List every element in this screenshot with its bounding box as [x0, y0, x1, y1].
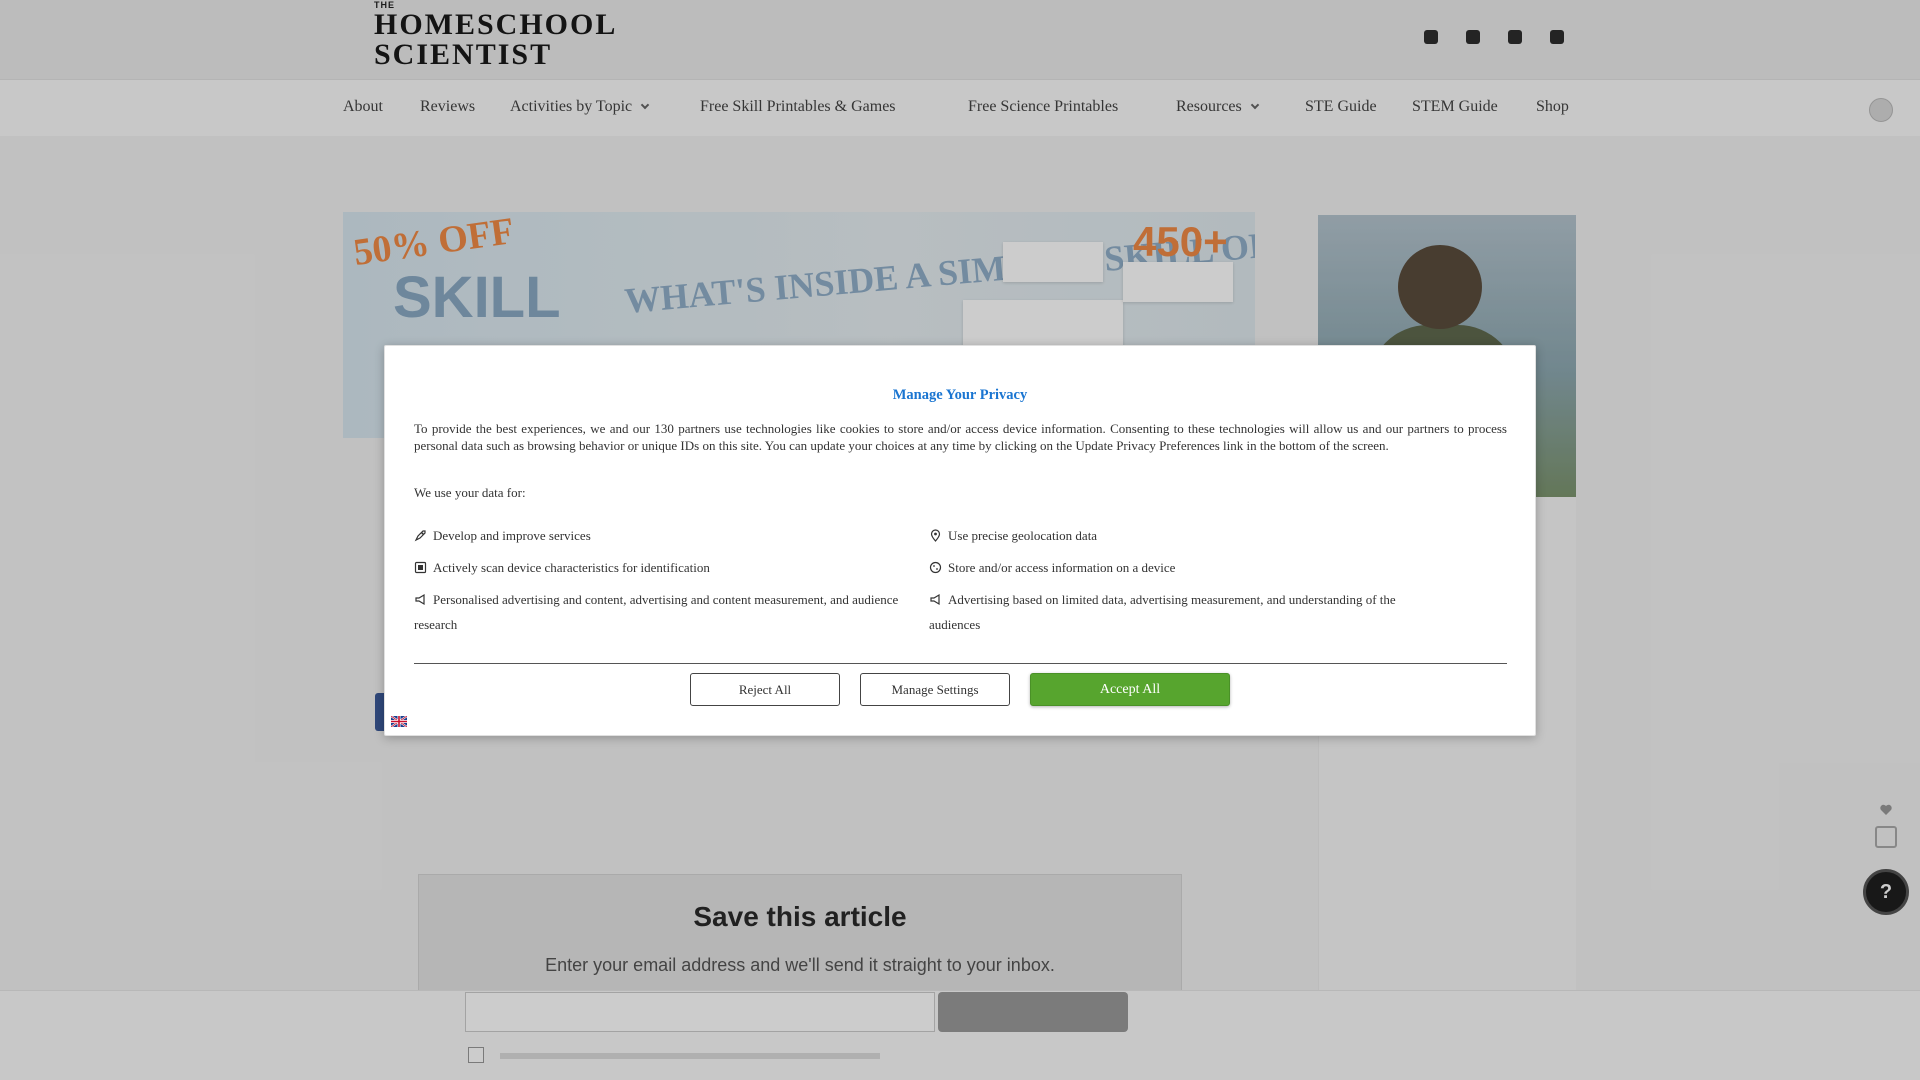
purpose-text: Store and/or access information on a dev… — [948, 560, 1176, 575]
purpose-item: Store and/or access information on a dev… — [929, 555, 1449, 580]
purpose-item: Personalised advertising and content, ad… — [414, 587, 904, 637]
accept-all-button[interactable]: Accept All — [1030, 673, 1230, 706]
reject-all-button[interactable]: Reject All — [690, 673, 840, 706]
megaphone-icon — [415, 593, 425, 606]
purpose-text: Personalised advertising and content, ad… — [414, 592, 899, 632]
purpose-text: Actively scan device characteristics for… — [433, 560, 710, 575]
modal-use-intro: We use your data for: — [414, 485, 526, 500]
purpose-item: Actively scan device characteristics for… — [414, 555, 904, 580]
purpose-item: Develop and improve services — [414, 523, 904, 548]
modal-divider — [414, 663, 1507, 664]
manage-settings-button[interactable]: Manage Settings — [860, 673, 1010, 706]
cookie-icon — [929, 561, 942, 574]
location-pin-icon — [930, 529, 941, 542]
megaphone-icon — [930, 593, 940, 606]
purpose-text: Use precise geolocation data — [948, 528, 1098, 543]
scan-icon — [414, 561, 427, 574]
privacy-modal: Manage Your Privacy To provide the best … — [384, 345, 1536, 736]
purpose-item: Use precise geolocation data — [929, 523, 1449, 548]
purpose-text: Develop and improve services — [433, 528, 591, 543]
purpose-item: Advertising based on limited data, adver… — [929, 587, 1449, 637]
modal-title: Manage Your Privacy — [892, 387, 1028, 403]
rocket-icon — [414, 530, 426, 542]
modal-description: To provide the best experiences, we and … — [414, 421, 1507, 453]
purpose-text: Advertising based on limited data, adver… — [929, 592, 1396, 632]
uk-flag-icon[interactable] — [391, 716, 407, 727]
